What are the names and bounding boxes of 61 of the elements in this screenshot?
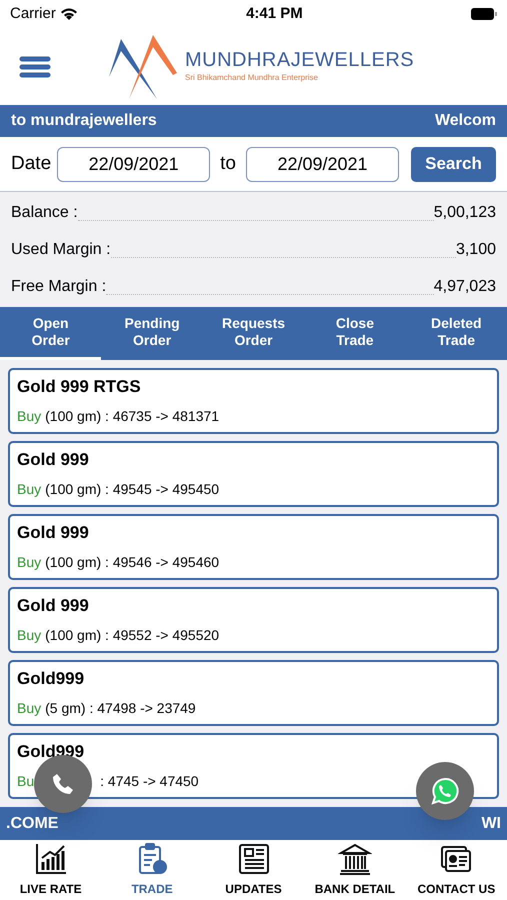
order-title: Gold 999: [17, 596, 90, 616]
order-title: Gold 999 RTGS: [17, 377, 142, 397]
bar-chart-icon: [34, 842, 68, 876]
summary-label: Balance :: [11, 202, 78, 222]
ticker-text: to mundrajewellers: [11, 111, 157, 131]
from-date-field[interactable]: 22/09/2021: [57, 146, 210, 182]
search-button[interactable]: Search: [411, 146, 496, 182]
phone-icon: [51, 772, 75, 796]
order-side: Buy: [17, 407, 42, 425]
wifi-icon: [60, 8, 78, 20]
summary-value: 4,97,023: [434, 276, 496, 296]
nav-tab[interactable]: BANK DETAIL: [304, 840, 406, 900]
order-title: Gold999: [17, 742, 86, 762]
order-tab[interactable]: Deleted Trade: [406, 307, 507, 360]
summary-value: 3,100: [456, 240, 496, 260]
order-detail: (100 gm) : 49545 -> 495450: [45, 480, 220, 498]
order-side: Buy: [17, 553, 42, 571]
order-card[interactable]: Gold 999 RTGS Buy (100 gm) : 46735 -> 481371: [8, 368, 499, 434]
order-detail: (100 gm) : 49552 -> 495520: [45, 626, 220, 644]
ticker-text: Welcom: [434, 111, 496, 131]
order-tab[interactable]: Requests Order: [202, 307, 304, 360]
order-detail: : 4745 -> 47450: [100, 772, 199, 790]
nav-tab[interactable]: CONTACT US: [406, 840, 507, 900]
chat-phone-icon: [430, 776, 460, 806]
battery-icon: [470, 8, 497, 20]
menu-icon: [19, 56, 51, 78]
newspaper-icon: [236, 842, 271, 876]
nav-tab[interactable]: UPDATES: [202, 840, 304, 900]
order-tab[interactable]: Pending Order: [101, 307, 203, 360]
summary-label: Free Margin :: [11, 276, 106, 296]
brand-tagline: Sri Bhikamchand Mundhra Enterprise: [185, 72, 319, 84]
brand-name: MUNDHRAJEWELLERS: [185, 50, 414, 70]
date-label: Date: [11, 152, 52, 176]
carrier-label: Carrier: [10, 4, 56, 24]
nav-tab[interactable]: LIVE RATE: [0, 840, 102, 900]
order-card[interactable]: Gold 999 Buy (100 gm) : 49545 -> 495450: [8, 441, 499, 507]
order-title: Gold 999: [17, 450, 90, 470]
bank-icon: [338, 842, 372, 876]
order-title: Gold999: [17, 669, 86, 689]
summary-value: 5,00,123: [434, 202, 496, 222]
order-tab[interactable]: Close Trade: [304, 307, 406, 360]
order-card[interactable]: Gold 999 Buy (100 gm) : 49546 -> 495460: [8, 514, 499, 580]
ticker-text: WI: [481, 814, 501, 834]
order-title: Gold 999: [17, 523, 90, 543]
order-card[interactable]: Gold999 Buy (5 gm) : 47498 -> 23749: [8, 660, 499, 726]
summary-label: Used Margin :: [11, 240, 111, 260]
order-detail: (5 gm) : 47498 -> 23749: [45, 699, 196, 717]
order-tab[interactable]: Open Order: [0, 307, 102, 360]
order-detail: (100 gm) : 49546 -> 495460: [45, 553, 220, 571]
order-detail: (100 gm) : 46735 -> 481371: [45, 407, 220, 425]
to-label: to: [220, 152, 236, 176]
clock-time: 4:41 PM: [246, 4, 303, 24]
order-side: Buy: [17, 480, 42, 498]
ticker-text: .COME: [6, 814, 58, 834]
order-side: Buy: [17, 626, 42, 644]
logo-mark-icon: [109, 32, 177, 100]
order-card[interactable]: Gold 999 Buy (100 gm) : 49552 -> 495520: [8, 587, 499, 653]
order-side: Buy: [17, 699, 42, 717]
to-date-field[interactable]: 22/09/2021: [246, 146, 399, 182]
nav-tab[interactable]: TRADE: [101, 840, 203, 900]
order-side: Bu: [17, 772, 34, 790]
